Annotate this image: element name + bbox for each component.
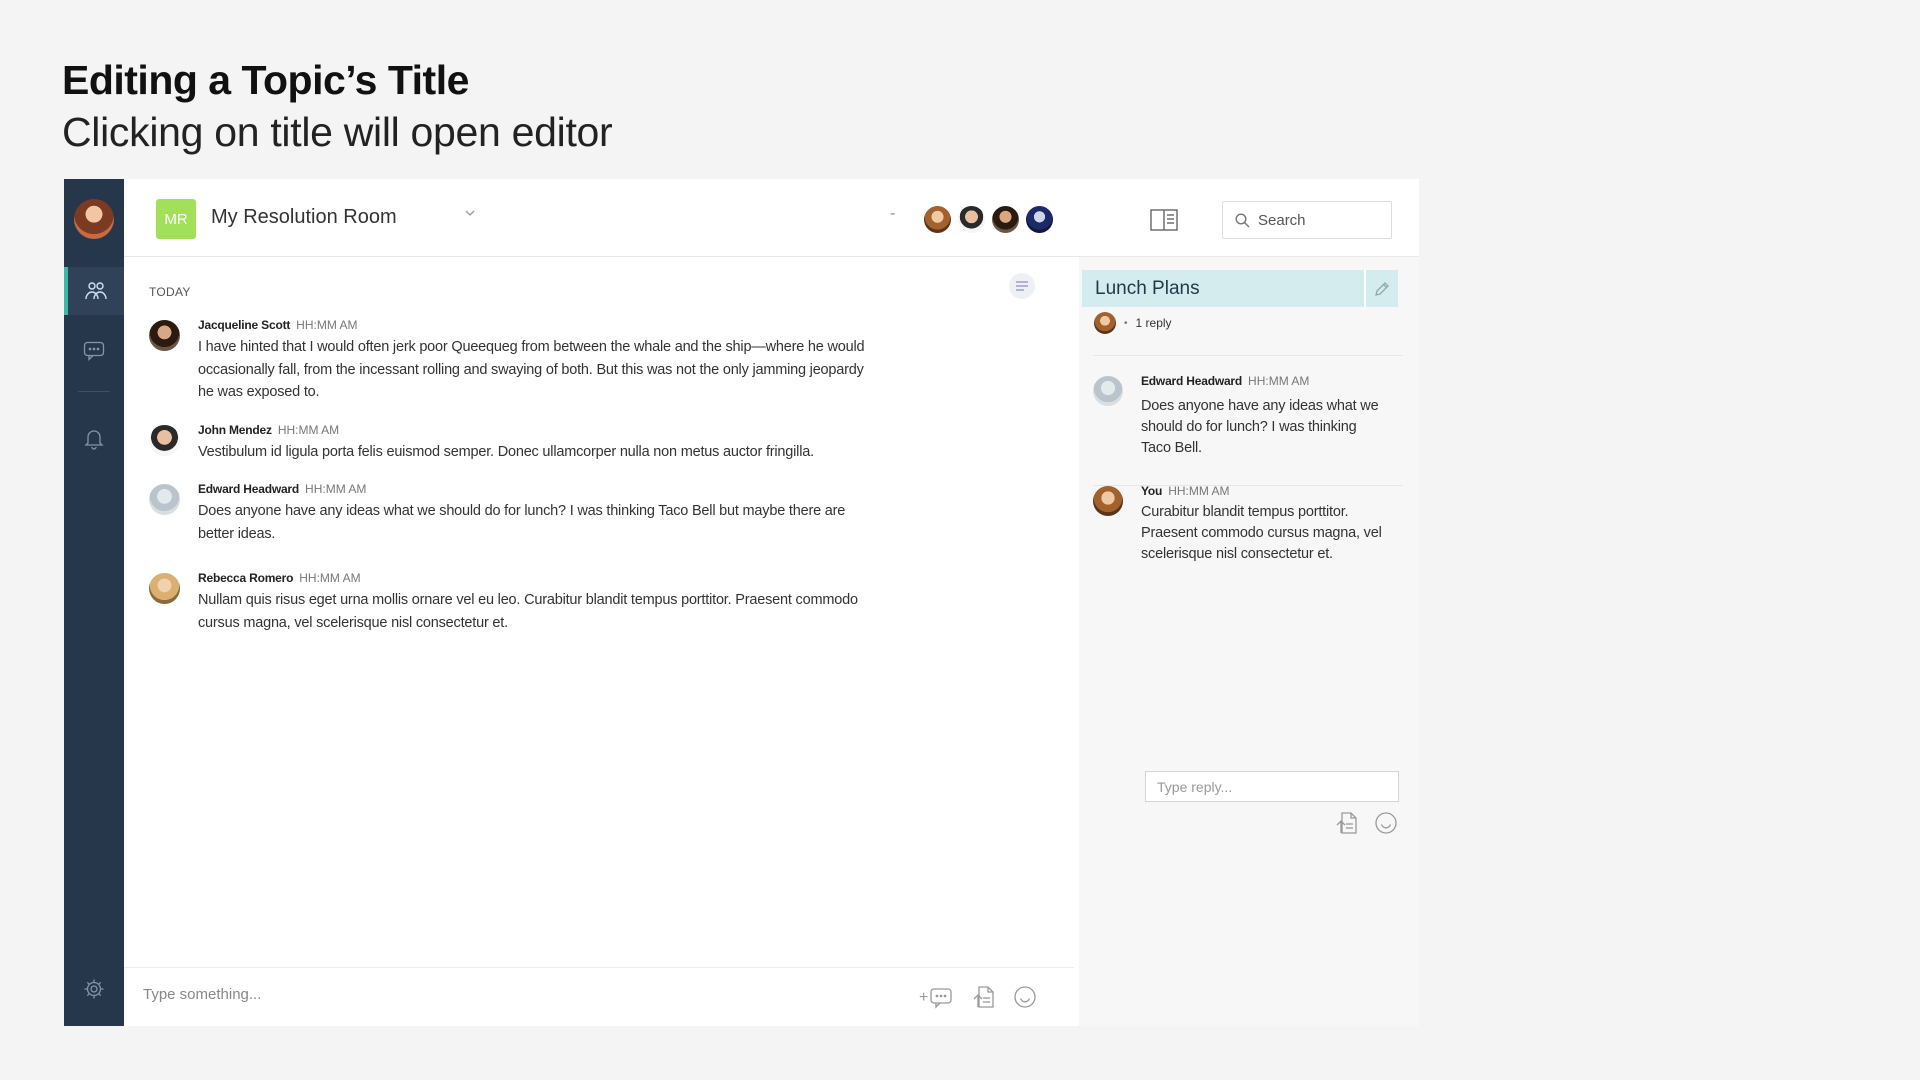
member-avatar[interactable] — [924, 206, 951, 233]
message-time: HH:MM AM — [305, 482, 367, 496]
message-item[interactable]: Jacqueline Scott HH:MM AM I have hinted t… — [149, 318, 869, 408]
add-topic-button[interactable]: + — [919, 987, 953, 1009]
thread-reply[interactable]: You HH:MM AM Curabitur blandit tempus por… — [1093, 484, 1393, 596]
reply-meta: You HH:MM AM — [1141, 484, 1230, 498]
search-input[interactable] — [1258, 211, 1378, 229]
reply-count[interactable]: 1 reply — [1136, 316, 1172, 330]
slide-subtitle: Clicking on title will open editor — [62, 109, 613, 155]
search-icon — [1235, 212, 1250, 227]
header-separator: - — [890, 205, 896, 222]
room-title[interactable]: My Resolution Room — [211, 206, 397, 229]
message-text: I have hinted that I would often jerk po… — [198, 339, 865, 400]
topic-list-icon[interactable] — [1009, 273, 1035, 299]
sidebar-divider — [78, 391, 110, 392]
message-input[interactable] — [143, 986, 643, 1003]
main-area: MR My Resolution Room - TODAY — [124, 179, 1419, 1026]
reply-author[interactable]: Edward Headward — [1141, 374, 1242, 388]
chat-bubble-icon — [83, 341, 105, 361]
message-item[interactable]: John Mendez HH:MM AM Vestibulum id ligula… — [149, 423, 869, 471]
author-name[interactable]: Edward Headward — [198, 482, 299, 496]
file-upload-icon[interactable] — [1335, 811, 1359, 835]
topic-title-editor[interactable]: Lunch Plans — [1082, 270, 1364, 307]
reply-text: Does anyone have any ideas what we shoul… — [1141, 398, 1379, 456]
member-avatar[interactable] — [1026, 206, 1053, 233]
reply-avatar[interactable] — [1093, 376, 1123, 406]
chevron-down-icon[interactable] — [464, 208, 476, 218]
people-icon — [85, 282, 107, 300]
author-name[interactable]: John Mendez — [198, 423, 272, 437]
sidebar-item-chats[interactable] — [64, 327, 124, 375]
message-text: Vestibulum id ligula porta felis euismod… — [198, 444, 814, 460]
pencil-icon — [1375, 281, 1389, 296]
member-avatars[interactable] — [924, 206, 1053, 233]
message-text: Nullam quis risus eget urna mollis ornar… — [198, 592, 858, 631]
author-name[interactable]: Rebecca Romero — [198, 571, 293, 585]
thread-panel: Lunch Plans • 1 reply Edward Headward HH:… — [1079, 257, 1419, 1026]
file-upload-icon[interactable] — [972, 985, 996, 1009]
app-window: MR My Resolution Room - TODAY — [64, 179, 1419, 1026]
message-text: Does anyone have any ideas what we shoul… — [198, 503, 846, 542]
thread-divider — [1093, 355, 1403, 356]
add-topic-icon — [930, 988, 952, 1009]
member-avatar[interactable] — [992, 206, 1019, 233]
message-time: HH:MM AM — [277, 423, 340, 437]
thread-reply[interactable]: Edward Headward HH:MM AM Does anyone have… — [1093, 374, 1393, 469]
add-topic-plus: + — [919, 989, 929, 1006]
author-name[interactable]: Jacqueline Scott — [198, 318, 290, 332]
sidebar — [64, 179, 124, 1026]
reply-text: Curabitur blandit tempus porttitor. Prae… — [1141, 504, 1382, 562]
sidebar-item-people[interactable] — [64, 267, 124, 315]
topic-author-avatar[interactable] — [1094, 312, 1116, 334]
reply-avatar[interactable] — [1093, 486, 1123, 516]
message-meta: Rebecca Romero HH:MM AM — [198, 571, 361, 585]
topic-meta: • 1 reply — [1094, 312, 1172, 334]
author-avatar[interactable] — [149, 425, 180, 456]
message-feed: TODAY Jacqueline Scott HH:MM AM I have hi… — [124, 257, 1074, 947]
slide-title: Editing a Topic’s Title — [62, 57, 469, 103]
message-item[interactable]: Edward Headward HH:MM AM Does anyone have… — [149, 482, 869, 550]
reply-time: HH:MM AM — [1168, 484, 1230, 498]
room-header: MR My Resolution Room - — [124, 179, 1419, 257]
reply-bullet: • — [1124, 317, 1128, 329]
reply-meta: Edward Headward HH:MM AM — [1141, 374, 1309, 388]
author-avatar[interactable] — [149, 573, 180, 604]
author-avatar[interactable] — [149, 320, 180, 351]
day-separator: TODAY — [149, 285, 191, 299]
reply-author[interactable]: You — [1141, 484, 1162, 498]
bell-icon — [84, 430, 104, 450]
message-composer: + — [124, 967, 1074, 1026]
message-meta: Edward Headward HH:MM AM — [198, 482, 366, 496]
emoji-icon[interactable] — [1374, 811, 1398, 835]
edit-topic-button[interactable] — [1364, 270, 1398, 307]
emoji-icon[interactable] — [1013, 985, 1037, 1009]
gear-icon — [84, 979, 104, 999]
message-meta: Jacqueline Scott HH:MM AM — [198, 318, 358, 332]
sidebar-item-settings[interactable] — [64, 965, 124, 1013]
message-time: HH:MM AM — [296, 318, 358, 332]
message-time: HH:MM AM — [299, 571, 361, 585]
author-avatar[interactable] — [149, 484, 180, 515]
reply-input[interactable] — [1145, 771, 1399, 802]
slide-heading: Editing a Topic’s Title Clicking on titl… — [62, 54, 613, 158]
message-meta: John Mendez HH:MM AM — [198, 423, 339, 437]
message-item[interactable]: Rebecca Romero HH:MM AM Nullam quis risus… — [149, 571, 869, 639]
room-badge: MR — [156, 199, 196, 239]
search-box[interactable] — [1222, 201, 1392, 239]
panel-toggle-icon[interactable] — [1150, 209, 1178, 231]
member-avatar[interactable] — [958, 206, 985, 233]
sidebar-item-notifications[interactable] — [64, 415, 124, 463]
current-user-avatar[interactable] — [74, 199, 114, 239]
reply-time: HH:MM AM — [1248, 374, 1310, 388]
